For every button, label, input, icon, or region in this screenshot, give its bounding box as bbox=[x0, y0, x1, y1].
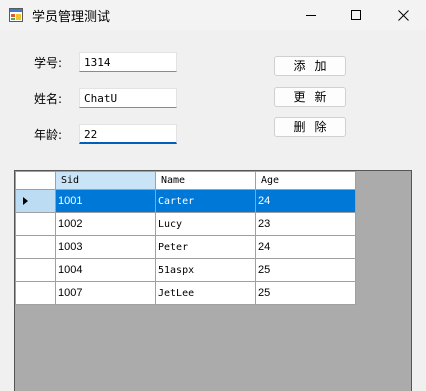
grid-header-row: Sid Name Age bbox=[15, 171, 356, 190]
cell-sid[interactable]: 1007 bbox=[55, 281, 156, 305]
row-header[interactable] bbox=[15, 258, 56, 282]
row-header[interactable] bbox=[15, 212, 56, 236]
column-header-age[interactable]: Age bbox=[255, 171, 356, 190]
cell-sid[interactable]: 1002 bbox=[55, 212, 156, 236]
row-header[interactable] bbox=[15, 235, 56, 259]
delete-button[interactable]: 删除 bbox=[274, 117, 346, 137]
student-data-grid[interactable]: Sid Name Age 1001 Carter 24 1002 Lucy 23… bbox=[14, 170, 412, 391]
cell-age[interactable]: 24 bbox=[255, 189, 356, 213]
row-header[interactable] bbox=[15, 189, 56, 213]
add-button[interactable]: 添加 bbox=[274, 56, 346, 76]
minimize-button[interactable] bbox=[288, 0, 334, 30]
row-pointer-icon bbox=[23, 197, 28, 205]
column-header-sid[interactable]: Sid bbox=[55, 171, 156, 190]
sid-input[interactable]: 1314 bbox=[79, 52, 177, 72]
cell-name[interactable]: Peter bbox=[155, 235, 256, 259]
cell-age[interactable]: 23 bbox=[255, 212, 356, 236]
name-label: 姓名: bbox=[34, 92, 63, 106]
main-window: 学员管理测试 学号: 姓名: 年龄: 1314 ChatU 22 添加 更新 删… bbox=[0, 0, 426, 391]
title-bar[interactable]: 学员管理测试 bbox=[0, 0, 426, 30]
cell-name[interactable]: Lucy bbox=[155, 212, 256, 236]
cell-age[interactable]: 24 bbox=[255, 235, 356, 259]
close-button[interactable] bbox=[380, 0, 426, 30]
close-icon bbox=[397, 9, 409, 21]
app-window-icon bbox=[9, 8, 23, 22]
cell-age[interactable]: 25 bbox=[255, 258, 356, 282]
cell-sid[interactable]: 1004 bbox=[55, 258, 156, 282]
cell-name[interactable]: 51aspx bbox=[155, 258, 256, 282]
age-input[interactable]: 22 bbox=[79, 124, 177, 144]
table-row[interactable]: 1007 JetLee 25 bbox=[15, 281, 356, 305]
cell-age[interactable]: 25 bbox=[255, 281, 356, 305]
cell-name[interactable]: Carter bbox=[155, 189, 256, 213]
maximize-icon bbox=[351, 10, 361, 20]
table-row[interactable]: 1001 Carter 24 bbox=[15, 189, 356, 213]
cell-sid[interactable]: 1003 bbox=[55, 235, 156, 259]
column-header-name[interactable]: Name bbox=[155, 171, 256, 190]
name-input[interactable]: ChatU bbox=[79, 88, 177, 108]
grid-table: Sid Name Age 1001 Carter 24 1002 Lucy 23… bbox=[15, 171, 356, 305]
cell-sid[interactable]: 1001 bbox=[55, 189, 156, 213]
table-row[interactable]: 1003 Peter 24 bbox=[15, 235, 356, 259]
sid-label: 学号: bbox=[34, 56, 63, 70]
table-row[interactable]: 1004 51aspx 25 bbox=[15, 258, 356, 282]
table-row[interactable]: 1002 Lucy 23 bbox=[15, 212, 356, 236]
window-title: 学员管理测试 bbox=[32, 10, 111, 25]
cell-name[interactable]: JetLee bbox=[155, 281, 256, 305]
grid-corner-header[interactable] bbox=[15, 171, 56, 190]
update-button[interactable]: 更新 bbox=[274, 87, 346, 107]
minimize-icon bbox=[306, 15, 316, 16]
age-label: 年龄: bbox=[34, 128, 63, 142]
row-header[interactable] bbox=[15, 281, 56, 305]
maximize-button[interactable] bbox=[333, 0, 379, 30]
